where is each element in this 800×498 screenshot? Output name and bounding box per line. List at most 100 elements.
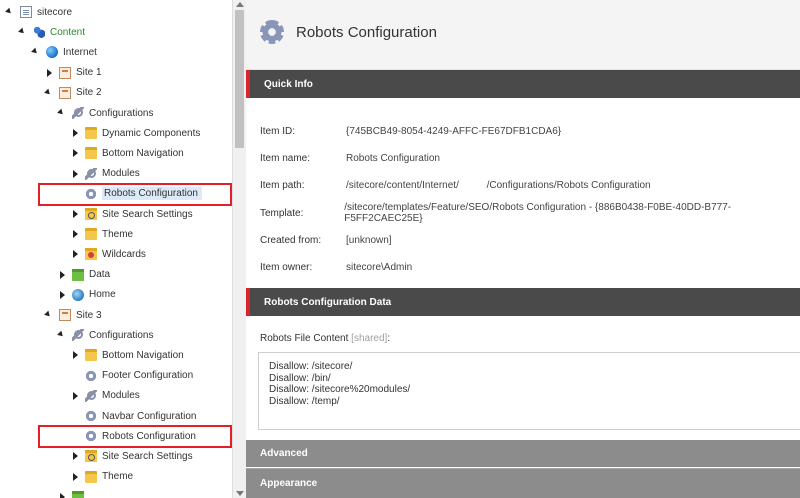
quick-info-row-item-id: Item ID: {745BCB49-8054-4249-AFFC-FE67DF… (260, 124, 561, 138)
expanded-arrow-icon[interactable] (58, 330, 66, 340)
wrench-icon (72, 107, 84, 119)
tree-node-label[interactable]: Site 3 (76, 310, 102, 321)
tree-node-label[interactable]: Theme (102, 229, 133, 240)
folder-icon (85, 147, 97, 160)
tree-node[interactable]: sitecore (6, 3, 72, 21)
quick-info-row-created-from: Created from: [unknown] (260, 233, 392, 247)
tree-node[interactable]: Home (58, 286, 116, 304)
expanded-arrow-icon[interactable] (45, 310, 53, 320)
scrollbar-thumb[interactable] (235, 10, 244, 148)
tree-node-label[interactable]: Dynamic Components (102, 128, 200, 139)
tree-node[interactable]: Footer Configuration (71, 367, 193, 385)
section-appearance[interactable]: Appearance (246, 468, 800, 498)
content-tree: sitecore Content Internet Site 1 Site 2 Confi… (0, 0, 246, 498)
field-label: Item path: (260, 179, 305, 191)
tree-node-label[interactable]: Navbar Configuration (102, 411, 197, 422)
tree-node[interactable]: Internet (32, 43, 97, 61)
tree-node-label[interactable]: Wildcards (102, 249, 146, 260)
tree-node[interactable]: Theme (71, 468, 133, 486)
item-id-value[interactable]: {745BCB49-8054-4249-AFFC-FE67DFB1CDA6} (346, 126, 561, 137)
tree-node-label[interactable]: Bottom Navigation (102, 350, 184, 361)
gear-icon (85, 410, 97, 422)
site-icon (59, 66, 71, 79)
section-advanced[interactable]: Advanced (246, 440, 800, 467)
quick-info-row-item-owner: Item owner: sitecore\Admin (260, 260, 412, 274)
robots-line: Disallow: /sitecore%20modules/ (269, 384, 411, 395)
tree-node-label[interactable]: Configurations (89, 108, 153, 119)
tree-node-label[interactable]: Content (50, 27, 85, 38)
item-header: Robots Configuration (246, 0, 800, 70)
globe-icon (46, 46, 58, 59)
tree-node[interactable]: Configurations (58, 104, 153, 122)
expanded-arrow-icon[interactable] (32, 47, 40, 57)
robots-file-content-textarea[interactable]: Disallow: /sitecore/ Disallow: /bin/ Dis… (258, 352, 800, 430)
quick-info-row-item-path: Item path: /sitecore/content/Internet/ /… (260, 178, 651, 192)
tree-node[interactable]: Modules (71, 165, 140, 183)
tree-node[interactable]: Bottom Navigation (71, 346, 184, 364)
scroll-down-arrow-icon[interactable] (236, 491, 244, 496)
tree-node[interactable]: Site 2 (45, 84, 102, 102)
tree-node-label[interactable]: Site 1 (76, 67, 102, 78)
collapsed-arrow-icon[interactable] (71, 350, 79, 360)
template-path-link[interactable]: /sitecore/templates/Feature/SEO/Robots C… (344, 202, 800, 224)
collapsed-arrow-icon[interactable] (71, 148, 79, 158)
expanded-arrow-icon[interactable] (58, 108, 66, 118)
tree-scrollbar[interactable] (232, 0, 246, 498)
collapsed-arrow-icon[interactable] (58, 492, 66, 498)
section-robots-configuration-data[interactable]: Robots Configuration Data (246, 288, 800, 316)
tree-node-label[interactable]: Data (89, 269, 110, 280)
site-icon (59, 86, 71, 99)
tree-node-label[interactable]: Site Search Settings (102, 209, 193, 220)
tree-node[interactable]: Modules (71, 387, 140, 405)
gear-icon (85, 369, 97, 382)
tree-node[interactable]: Site Search Settings (71, 447, 193, 465)
expanded-arrow-icon[interactable] (6, 7, 14, 17)
tree-node-label[interactable]: Modules (102, 390, 140, 401)
collapsed-arrow-icon[interactable] (71, 209, 79, 219)
tree-node[interactable]: Content (19, 23, 85, 41)
collapsed-arrow-icon[interactable] (71, 249, 79, 259)
tree-node-label[interactable]: Modules (102, 168, 140, 179)
section-quick-info[interactable]: Quick Info (246, 70, 800, 98)
tree-node-label[interactable]: Bottom Navigation (102, 148, 184, 159)
item-name-value: Robots Configuration (346, 152, 440, 164)
field-label-text: Robots File Content (260, 333, 349, 344)
tree-node[interactable]: Bottom Navigation (71, 144, 184, 162)
collapsed-arrow-icon[interactable] (71, 169, 79, 179)
collapsed-arrow-icon[interactable] (71, 128, 79, 138)
collapsed-arrow-icon[interactable] (71, 451, 79, 461)
tree-node[interactable]: Navbar Configuration (71, 407, 197, 425)
tree-node[interactable] (58, 488, 89, 498)
tree-node-label[interactable]: Configurations (89, 330, 153, 341)
tree-node-label[interactable]: Footer Configuration (102, 370, 193, 381)
expanded-arrow-icon[interactable] (45, 88, 53, 98)
page-title: Robots Configuration (296, 24, 437, 41)
tree-node-label[interactable]: Site 2 (76, 87, 102, 98)
tree-node-label[interactable]: sitecore (37, 7, 72, 18)
tree-node[interactable]: Dynamic Components (71, 124, 200, 142)
collapsed-arrow-icon[interactable] (71, 229, 79, 239)
tree-node[interactable]: Site 1 (45, 64, 102, 82)
tree-node[interactable]: Site Search Settings (71, 205, 193, 223)
collapsed-arrow-icon[interactable] (71, 391, 79, 401)
search-folder-icon (85, 450, 97, 463)
tree-node-label[interactable]: Site Search Settings (102, 451, 193, 462)
scroll-up-arrow-icon[interactable] (236, 2, 244, 7)
expanded-arrow-icon[interactable] (19, 27, 27, 37)
collapsed-arrow-icon[interactable] (71, 472, 79, 482)
tree-node[interactable]: Data (58, 266, 110, 284)
field-label-suffix: : (387, 333, 391, 344)
tree-node[interactable]: Theme (71, 225, 133, 243)
tree-node-label[interactable]: Theme (102, 471, 133, 482)
collapsed-arrow-icon[interactable] (45, 68, 53, 78)
folder-icon (85, 470, 97, 483)
collapsed-arrow-icon[interactable] (58, 290, 66, 300)
tree-node-label[interactable]: Internet (63, 47, 97, 58)
tree-node-label[interactable]: Home (89, 289, 116, 300)
collapsed-arrow-icon[interactable] (58, 270, 66, 280)
field-label: Created from: (260, 234, 322, 246)
tree-node[interactable]: Site 3 (45, 306, 102, 324)
tree-node[interactable]: Configurations (58, 326, 153, 344)
data-folder-icon (72, 268, 84, 281)
tree-node[interactable]: Wildcards (71, 245, 146, 263)
